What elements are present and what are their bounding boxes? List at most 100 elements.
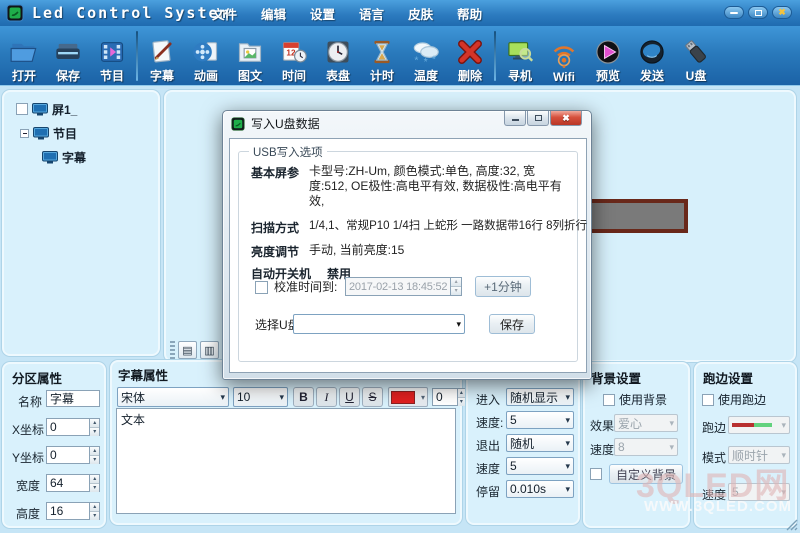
spin-down-icon[interactable]: ▾ (90, 427, 99, 436)
plus-one-minute-button[interactable]: +1分钟 (475, 276, 531, 297)
spin-down-icon[interactable]: ▾ (451, 286, 461, 295)
tool-preview[interactable]: 预览 (586, 28, 630, 84)
send-icon (638, 38, 666, 66)
enter-effect-select[interactable]: 随机显示▾ (506, 388, 574, 406)
menu-settings[interactable]: 设置 (310, 4, 335, 23)
udisk-select[interactable]: ▾ (293, 314, 465, 334)
chevron-down-icon: ▾ (778, 487, 786, 498)
calibrate-datetime-field[interactable]: 2017-02-13 18:45:52 ▴▾ (345, 277, 462, 296)
stay-duration-select[interactable]: 0.010s▾ (506, 480, 574, 498)
custom-background-checkbox[interactable] (590, 468, 602, 480)
spin-up-icon[interactable]: ▴ (90, 419, 99, 427)
background-panel: 背景设置 使用背景 效果 爱心▾ 速度 8▾ 自定义背景 (583, 362, 690, 528)
font-size-select[interactable]: 10▾ (233, 387, 288, 407)
use-border-checkbox[interactable] (702, 394, 714, 406)
width-stepper[interactable]: 64▴▾ (46, 474, 100, 492)
minimize-button[interactable] (724, 6, 744, 19)
partition-panel-title: 分区属性 (12, 368, 62, 387)
drag-handle[interactable] (170, 341, 175, 359)
enter-speed-label: 速度: (476, 414, 503, 431)
bold-button[interactable]: B (293, 387, 314, 407)
italic-button[interactable]: I (316, 387, 337, 407)
rows-layout-icon: ▤ (182, 344, 192, 357)
tool-subtitle[interactable]: 字幕 (140, 28, 184, 84)
border-style-select[interactable]: ▾ (728, 416, 790, 434)
spin-up-icon[interactable]: ▴ (458, 389, 465, 397)
tool-find-device[interactable]: 寻机 (498, 28, 542, 84)
menu-edit[interactable]: 编辑 (261, 4, 286, 23)
spin-down-icon[interactable]: ▾ (458, 397, 465, 406)
tree-item-screen1[interactable]: 屏1_ (16, 100, 77, 118)
spin-down-icon[interactable]: ▾ (90, 483, 99, 492)
tool-time[interactable]: 12 时间 (272, 28, 316, 84)
menu-skin[interactable]: 皮肤 (408, 4, 433, 23)
minimize-icon (730, 12, 738, 14)
height-stepper[interactable]: 16▴▾ (46, 502, 100, 520)
animation-icon (192, 38, 220, 66)
toolbar-separator (136, 31, 138, 81)
tool-timer[interactable]: 计时 (360, 28, 404, 84)
menu-help[interactable]: 帮助 (457, 4, 482, 23)
background-panel-title: 背景设置 (591, 368, 641, 387)
collapse-icon[interactable] (20, 129, 29, 138)
tool-temperature[interactable]: *** 温度 (404, 28, 448, 84)
tool-animation[interactable]: 动画 (184, 28, 228, 84)
monitor-icon (32, 103, 48, 116)
tool-delete[interactable]: 删除 (448, 28, 492, 84)
mode-label: 模式 (702, 449, 726, 466)
spin-down-icon[interactable]: ▾ (90, 455, 99, 464)
tool-usb[interactable]: U盘 (674, 28, 718, 84)
tree-checkbox[interactable] (16, 103, 28, 115)
background-effect-select[interactable]: 爱心▾ (614, 414, 678, 432)
tool-program[interactable]: 节目 (90, 28, 134, 84)
tool-send[interactable]: 发送 (630, 28, 674, 84)
subtitle-text-area[interactable]: 文本 (116, 408, 456, 514)
underline-button[interactable]: U (339, 387, 360, 407)
layout-rows-button[interactable]: ▤ (178, 341, 197, 359)
tool-wifi[interactable]: Wifi (542, 28, 586, 84)
svg-text:*: * (424, 56, 428, 66)
chevron-down-icon: ▾ (453, 319, 461, 330)
strike-button[interactable]: S (362, 387, 383, 407)
menu-language[interactable]: 语言 (359, 4, 384, 23)
close-button[interactable]: ✖ (772, 6, 792, 19)
border-speed-select[interactable]: 5▾ (728, 483, 790, 501)
x-coordinate-stepper[interactable]: 0▴▾ (46, 418, 100, 436)
maximize-button[interactable] (748, 6, 768, 19)
y-coordinate-stepper[interactable]: 0▴▾ (46, 446, 100, 464)
save-button[interactable]: 保存 (489, 314, 535, 334)
border-mode-select[interactable]: 顺时针▾ (728, 446, 790, 464)
tool-graphics[interactable]: 图文 (228, 28, 272, 84)
spin-up-icon[interactable]: ▴ (451, 278, 461, 286)
use-background-checkbox[interactable] (603, 394, 615, 406)
spin-down-icon[interactable]: ▾ (90, 511, 99, 520)
name-input[interactable]: 字幕 (46, 390, 100, 407)
tool-open[interactable]: 打开 (2, 28, 46, 84)
dialog-close-button[interactable]: ✖ (550, 111, 582, 126)
exit-speed-select[interactable]: 5▾ (506, 457, 574, 475)
dialog-minimize-button[interactable] (504, 111, 526, 126)
field-label: X坐标 (12, 421, 44, 438)
dialog-maximize-button[interactable] (527, 111, 549, 126)
spin-up-icon[interactable]: ▴ (90, 503, 99, 511)
font-color-picker[interactable]: ▾ (388, 387, 428, 407)
chevron-down-icon: ▾ (778, 450, 786, 461)
exit-effect-select[interactable]: 随机▾ (506, 434, 574, 452)
spin-up-icon[interactable]: ▴ (90, 475, 99, 483)
layout-columns-button[interactable]: ▥ (200, 341, 219, 359)
usb-options-group: USB写入选项 基本屏参 卡型号:ZH-Um, 颜色模式:单色, 高度:32, … (238, 151, 578, 362)
enter-speed-select[interactable]: 5▾ (506, 411, 574, 429)
calibrate-time-checkbox[interactable] (255, 281, 268, 294)
tree-item-program[interactable]: 节目 (20, 124, 77, 142)
tool-save[interactable]: 保存 (46, 28, 90, 84)
tree-item-subtitle[interactable]: 字幕 (42, 148, 86, 166)
custom-background-button[interactable]: 自定义背景 (609, 464, 683, 484)
tool-clock-dial[interactable]: 表盘 (316, 28, 360, 84)
spin-up-icon[interactable]: ▴ (90, 447, 99, 455)
background-speed-select[interactable]: 8▾ (614, 438, 678, 456)
toolbar: 打开 保存 节目 字幕 动画 图文 12 时间 表盘 计时 *** 温 (0, 26, 800, 86)
font-family-select[interactable]: 宋体▾ (117, 387, 229, 407)
resize-grip[interactable] (785, 518, 798, 531)
spacing-stepper[interactable]: 0▴▾ (432, 388, 466, 406)
menu-file[interactable]: 文件 (212, 4, 237, 23)
